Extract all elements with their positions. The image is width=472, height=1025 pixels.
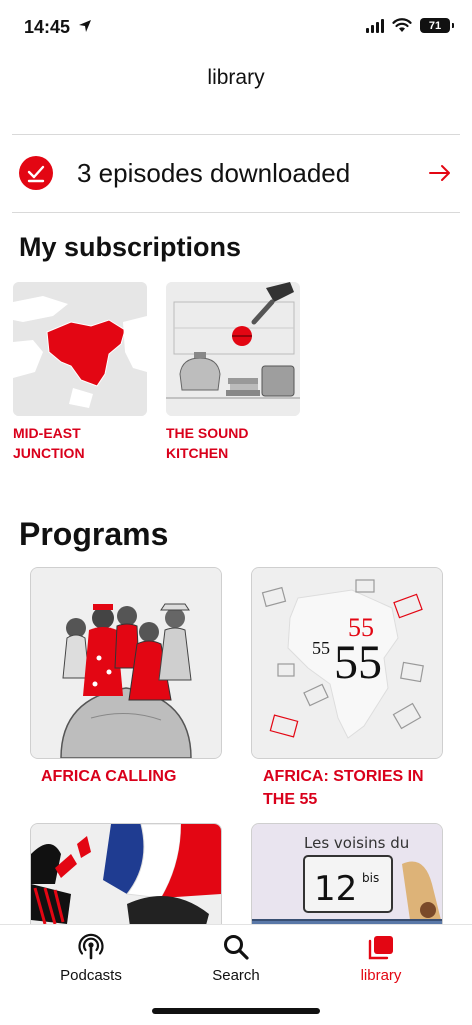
kitchen-microphone-art <box>166 282 300 416</box>
download-check-icon <box>19 156 53 190</box>
status-bar: 14:45 71 <box>0 0 472 56</box>
status-indicators: 71 <box>366 18 454 33</box>
subscriptions-heading: My subscriptions <box>19 232 242 262</box>
program-card-africa-calling[interactable] <box>30 567 222 759</box>
podcast-icon <box>78 933 104 960</box>
africa-calling-art <box>31 568 221 758</box>
arrow-right-icon <box>429 165 450 181</box>
divider <box>12 134 460 135</box>
program-label: AFRICA: STORIES IN THE 55 <box>263 768 424 808</box>
art-large-55: 55 <box>334 636 382 689</box>
tab-label: Podcasts <box>60 967 122 984</box>
art-title: Les voisins du <box>304 834 409 852</box>
status-time: 14:45 <box>24 17 71 37</box>
tab-label: Search <box>212 967 260 984</box>
page-title: library <box>207 66 265 89</box>
subscription-card-the-sound-kitchen[interactable] <box>166 282 300 416</box>
battery-icon: 71 <box>420 18 454 33</box>
downloads-row[interactable]: 3 episodes downloaded <box>0 136 472 212</box>
subscription-label: THE SOUND KITCHEN <box>166 425 249 461</box>
middle-east-map-art <box>13 282 147 416</box>
art-suffix: bis <box>362 871 379 885</box>
tab-search[interactable]: Search <box>176 933 296 997</box>
africa-55-art: 55 55 55 <box>252 568 442 758</box>
tab-library[interactable]: library <box>321 933 441 997</box>
cellular-signal-icon <box>366 18 384 33</box>
programs-heading: Programs <box>19 516 169 552</box>
library-icon <box>368 936 393 960</box>
battery-level: 71 <box>428 19 442 32</box>
tab-podcasts[interactable]: Podcasts <box>31 933 151 997</box>
subscription-card-mid-east-junction[interactable] <box>13 282 147 416</box>
program-label: AFRICA CALLING <box>41 768 177 785</box>
subscription-label: MID-EAST JUNCTION <box>13 425 85 461</box>
location-arrow-icon <box>79 20 91 32</box>
program-card-africa-stories-in-the-55[interactable]: 55 55 55 <box>251 567 443 759</box>
art-number: 12 <box>314 869 357 909</box>
search-icon <box>224 935 249 960</box>
art-small-55: 55 <box>312 638 330 658</box>
downloads-label: 3 episodes downloaded <box>77 158 351 188</box>
home-indicator <box>152 1008 320 1014</box>
divider <box>12 212 460 213</box>
tab-label: library <box>360 967 402 984</box>
wifi-icon <box>392 18 412 32</box>
